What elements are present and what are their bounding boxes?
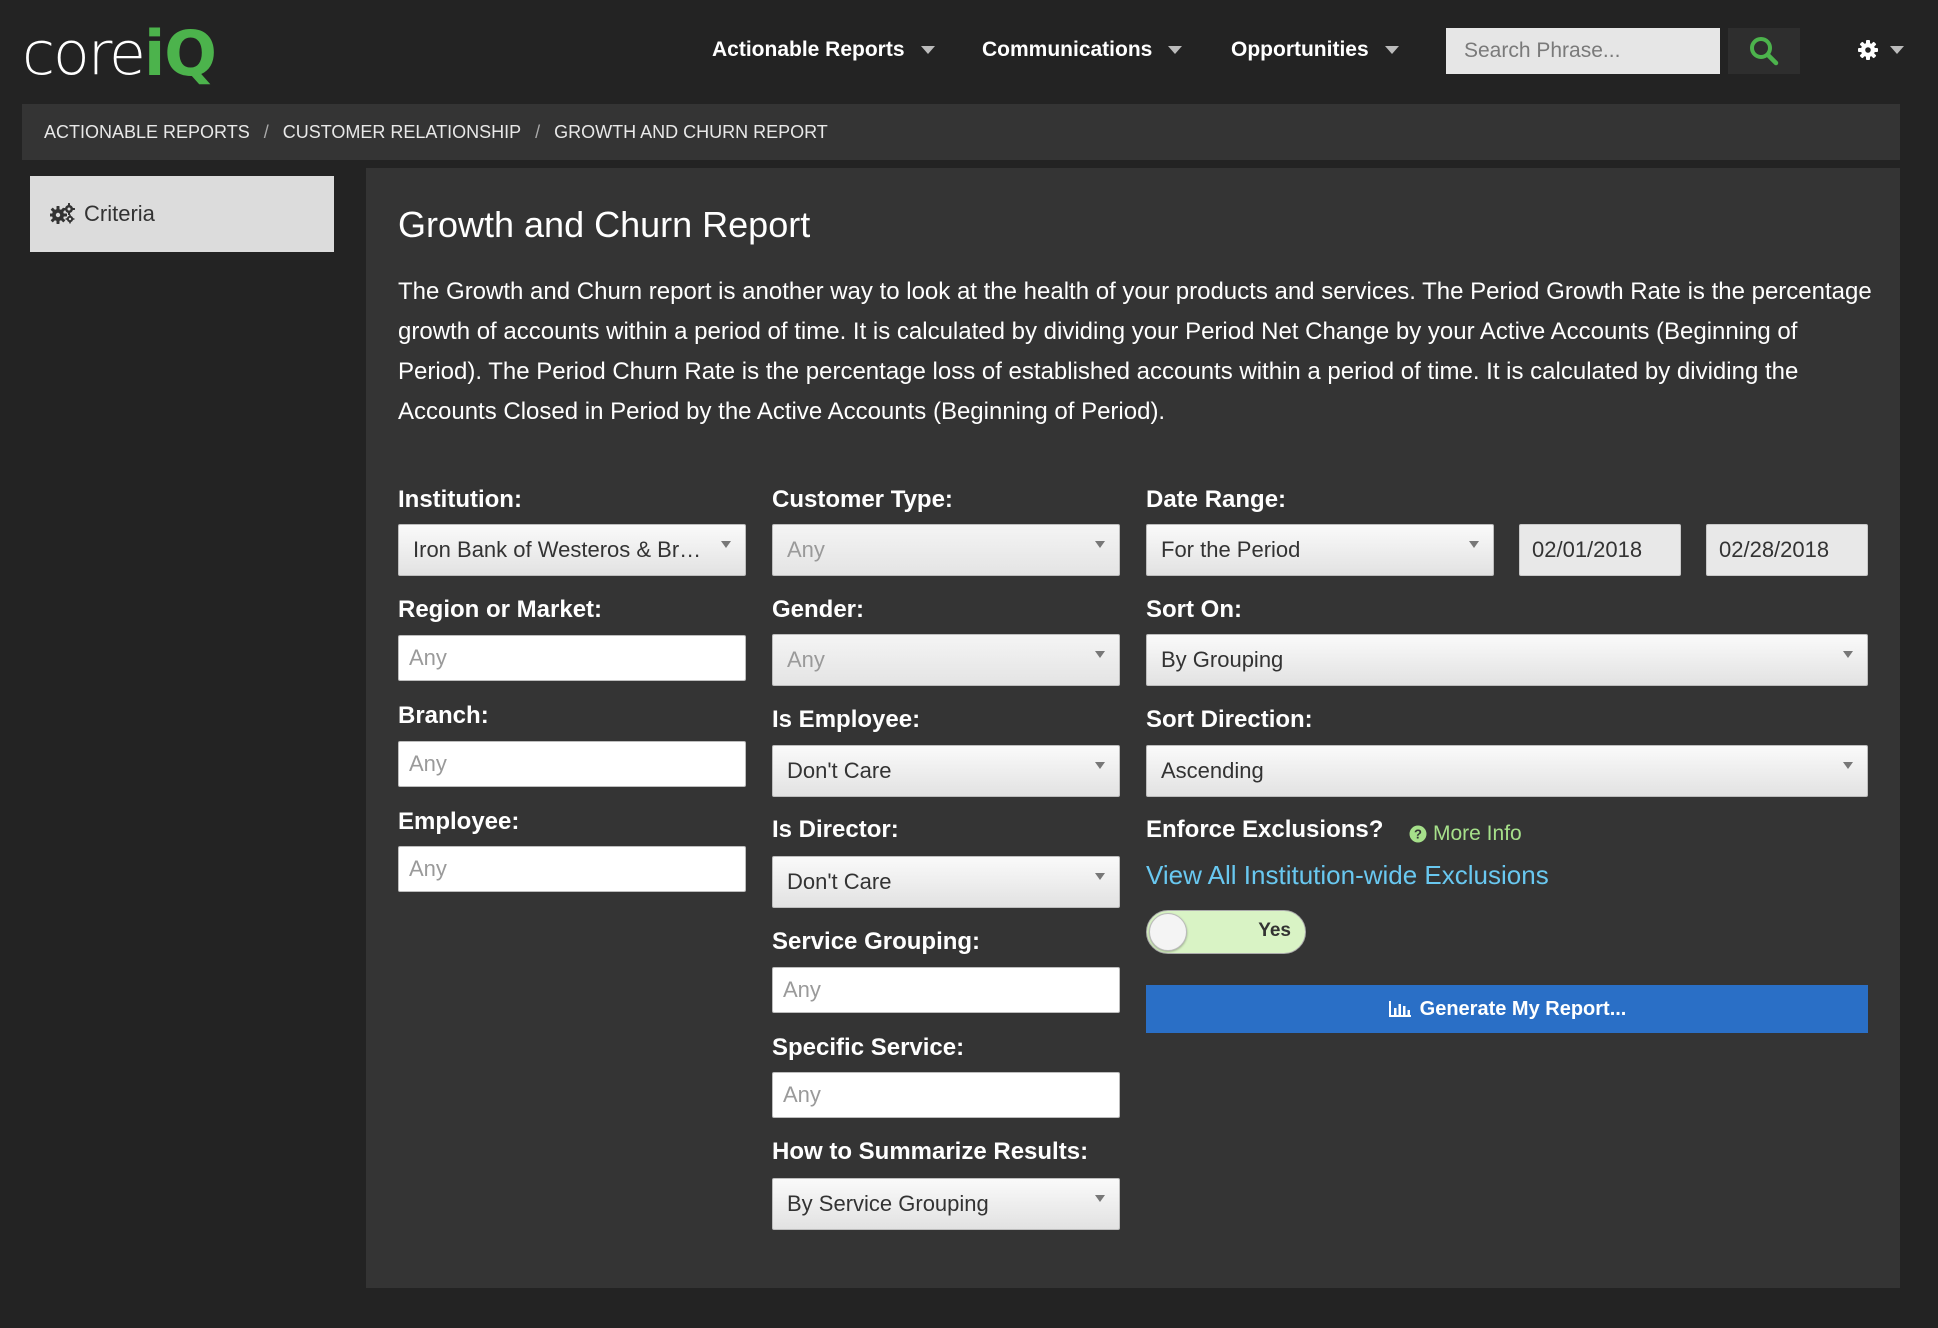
sort-direction-label: Sort Direction: [1146, 706, 1313, 733]
report-description: The Growth and Churn report is another w… [398, 278, 1872, 425]
customer-type-select[interactable]: Any [772, 524, 1120, 576]
employee-input[interactable] [398, 846, 746, 892]
region-input[interactable] [398, 635, 746, 681]
summarize-label: How to Summarize Results: [772, 1138, 1089, 1165]
breadcrumb: ACTIONABLE REPORTS / CUSTOMER RELATIONSH… [22, 104, 1900, 160]
report-panel: Growth and Churn Report The Growth and C… [366, 168, 1900, 1288]
start-date-input[interactable] [1519, 524, 1681, 576]
sort-direction-select[interactable]: Ascending [1146, 745, 1868, 797]
nav-opportunities-label: Opportunities [1231, 38, 1369, 61]
specific-service-label: Specific Service: [772, 1034, 965, 1061]
question-circle-icon: ? [1409, 825, 1427, 843]
branch-label: Branch: [398, 702, 489, 729]
end-date-input[interactable] [1706, 524, 1868, 576]
sort-on-select[interactable]: By Grouping [1146, 634, 1868, 686]
sort-direction-value: Ascending [1161, 758, 1264, 783]
is-employee-value: Don't Care [787, 758, 892, 783]
date-range-select[interactable]: For the Period [1146, 524, 1494, 576]
chevron-down-icon [1384, 46, 1399, 54]
gear-icon [1858, 40, 1878, 60]
chevron-down-icon [920, 46, 935, 54]
dropdown-arrow-icon [1095, 541, 1105, 548]
is-director-value: Don't Care [787, 869, 892, 894]
toggle-knob [1149, 913, 1187, 951]
dropdown-arrow-icon [1843, 762, 1853, 769]
is-director-select[interactable]: Don't Care [772, 856, 1120, 908]
specific-service-input[interactable] [772, 1072, 1120, 1118]
nav-actionable-reports-label: Actionable Reports [712, 38, 905, 61]
view-exclusions-link[interactable]: View All Institution-wide Exclusions [1146, 860, 1549, 891]
dropdown-arrow-icon [1095, 651, 1105, 658]
generate-report-button[interactable]: Generate My Report... [1146, 985, 1868, 1033]
customer-type-label: Customer Type: [772, 486, 953, 513]
sidebar-item-criteria[interactable]: Criteria [30, 176, 334, 252]
chevron-down-icon [1890, 46, 1904, 54]
summarize-select[interactable]: By Service Grouping [772, 1178, 1120, 1230]
more-info-label: More Info [1433, 822, 1522, 845]
breadcrumb-item-growth-churn: GROWTH AND CHURN REPORT [554, 121, 828, 142]
breadcrumb-separator: / [263, 121, 269, 142]
employee-label: Employee: [398, 808, 520, 835]
enforce-exclusions-toggle[interactable]: Yes [1146, 910, 1306, 954]
gender-label: Gender: [772, 596, 865, 623]
summarize-value: By Service Grouping [787, 1191, 989, 1216]
gender-value: Any [787, 647, 825, 672]
dropdown-arrow-icon [1095, 762, 1105, 769]
toggle-label: Yes [1258, 920, 1291, 941]
sort-on-value: By Grouping [1161, 647, 1284, 672]
top-navbar: core iQ Actionable Reports Communication… [0, 0, 1938, 104]
dropdown-arrow-icon [1469, 541, 1479, 548]
chevron-down-icon [1168, 46, 1183, 54]
nav-actionable-reports[interactable]: Actionable Reports [712, 38, 935, 62]
search-icon [1750, 37, 1779, 66]
dropdown-arrow-icon [1843, 651, 1853, 658]
is-employee-label: Is Employee: [772, 706, 921, 733]
settings-menu[interactable] [1858, 40, 1904, 60]
gender-select[interactable]: Any [772, 634, 1120, 686]
more-info-link[interactable]: ? More Info [1409, 822, 1522, 846]
date-range-label: Date Range: [1146, 486, 1287, 513]
breadcrumb-separator: / [535, 121, 541, 142]
page-title: Growth and Churn Report [398, 204, 811, 245]
region-label: Region or Market: [398, 596, 603, 623]
generate-report-label: Generate My Report... [1419, 997, 1627, 1020]
institution-select[interactable]: Iron Bank of Westeros & Braavos [398, 524, 746, 576]
breadcrumb-item-actionable-reports[interactable]: ACTIONABLE REPORTS [44, 122, 250, 143]
svg-text:?: ? [1414, 827, 1422, 842]
criteria-label: Criteria [84, 201, 155, 226]
nav-communications-label: Communications [982, 38, 1153, 61]
logo-text-core: core [22, 19, 146, 89]
branch-input[interactable] [398, 741, 746, 787]
gears-icon [50, 203, 75, 224]
date-range-value: For the Period [1161, 537, 1301, 562]
breadcrumb-item-customer-relationship[interactable]: CUSTOMER RELATIONSHIP [283, 122, 521, 143]
service-grouping-input[interactable] [772, 967, 1120, 1013]
nav-opportunities[interactable]: Opportunities [1231, 38, 1399, 62]
dropdown-arrow-icon [721, 541, 731, 548]
institution-label: Institution: [398, 486, 522, 513]
enforce-exclusions-label: Enforce Exclusions? [1146, 816, 1384, 843]
search-button[interactable] [1728, 28, 1800, 74]
nav-communications[interactable]: Communications [982, 38, 1183, 62]
coreiq-logo[interactable]: core iQ [22, 14, 217, 90]
is-director-label: Is Director: [772, 816, 899, 843]
dropdown-arrow-icon [1095, 1195, 1105, 1202]
customer-type-value: Any [787, 537, 825, 562]
bar-chart-icon [1388, 1001, 1411, 1017]
search-input[interactable] [1446, 28, 1720, 74]
logo-text-iq: iQ [143, 17, 217, 90]
dropdown-arrow-icon [1095, 873, 1105, 880]
service-grouping-label: Service Grouping: [772, 928, 981, 955]
institution-value: Iron Bank of Westeros & Braavos [413, 537, 705, 562]
is-employee-select[interactable]: Don't Care [772, 745, 1120, 797]
sort-on-label: Sort On: [1146, 596, 1242, 623]
